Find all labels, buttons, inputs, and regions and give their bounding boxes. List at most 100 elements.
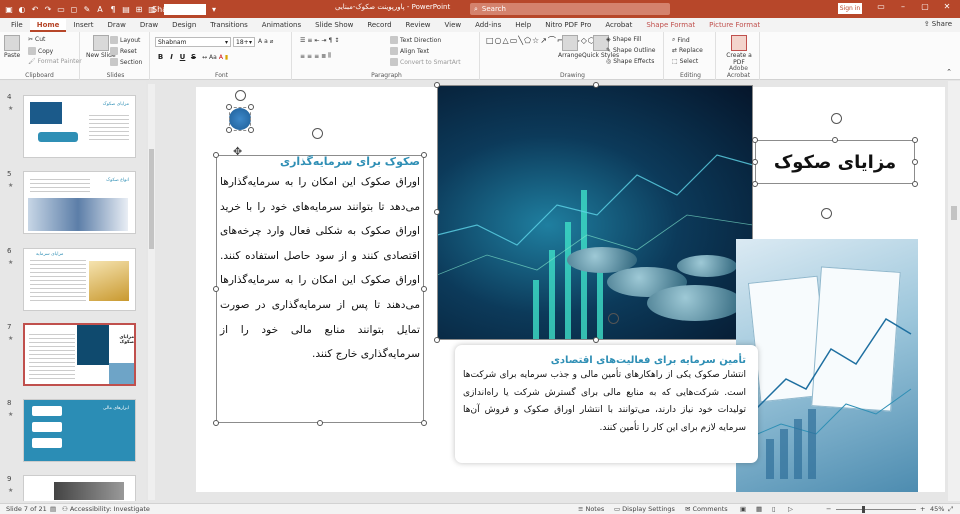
arrange-button[interactable]: Arrange xyxy=(558,35,582,59)
resize-handle[interactable] xyxy=(248,127,254,133)
section-button[interactable]: Section xyxy=(110,58,142,66)
resize-handle[interactable] xyxy=(752,137,758,143)
tab-file[interactable]: File xyxy=(4,19,30,32)
tab-transitions[interactable]: Transitions xyxy=(203,19,255,32)
notes-button[interactable]: ≡ Notes xyxy=(578,505,604,513)
resize-handle[interactable] xyxy=(593,82,599,88)
shape-fill-button[interactable]: ◈ Shape Fill xyxy=(606,36,641,43)
resize-handle[interactable] xyxy=(434,337,440,343)
convert-smartart-button[interactable]: Convert to SmartArt xyxy=(390,58,461,66)
zoom-slider-knob[interactable] xyxy=(862,506,865,513)
slideshow-view-icon[interactable]: ▷ xyxy=(788,505,793,513)
rotate-handle-icon[interactable] xyxy=(608,313,619,324)
left-text-box[interactable]: صکوک برای سرمایه‌گذاری اوراق صکوک این ام… xyxy=(216,155,424,423)
resize-handle[interactable] xyxy=(226,104,232,110)
start-slideshow-icon[interactable]: ▭ xyxy=(56,4,66,14)
underline-button[interactable]: U xyxy=(178,53,187,61)
resize-handle[interactable] xyxy=(752,159,758,165)
ribbon-display-icon[interactable]: ▭ xyxy=(870,2,892,11)
copy-button[interactable]: Copy xyxy=(28,47,53,55)
resize-handle[interactable] xyxy=(421,152,427,158)
tab-nitro-pdf[interactable]: Nitro PDF Pro xyxy=(538,19,598,32)
bottom-text-box[interactable]: تأمین سرمایه برای فعالیت‌های اقتصادی انت… xyxy=(455,345,758,463)
maximize-icon[interactable]: ▢ xyxy=(914,2,936,11)
display-settings-button[interactable]: ▭ Display Settings xyxy=(614,505,675,513)
more-commands-icon[interactable]: ▾ xyxy=(209,4,219,14)
paste-button[interactable]: Paste xyxy=(4,35,20,59)
zoom-slider[interactable] xyxy=(836,509,916,510)
shape-icon[interactable]: ◻ xyxy=(69,4,79,14)
tab-review[interactable]: Review xyxy=(399,19,438,32)
tab-help[interactable]: Help xyxy=(508,19,538,32)
align-text-button[interactable]: Align Text xyxy=(390,47,429,55)
replace-button[interactable]: ⇄ Replace xyxy=(672,47,703,54)
shapes-gallery[interactable]: □○△▭╲⬠☆↗⌒⌐⤴▷◇⬡{ } xyxy=(486,35,611,46)
qat-font-select[interactable]: Shabnam ▾ xyxy=(152,3,206,15)
create-pdf-button[interactable]: Create a PDF xyxy=(726,35,752,66)
picture-selection-frame[interactable] xyxy=(437,85,753,340)
zoom-level[interactable]: 45% xyxy=(930,505,944,513)
text-direction-button[interactable]: Text Direction xyxy=(390,36,441,44)
resize-handle[interactable] xyxy=(832,137,838,143)
resize-handle[interactable] xyxy=(213,286,219,292)
search-box[interactable]: ⌕ Search xyxy=(470,3,670,15)
financial-report-picture[interactable] xyxy=(736,239,918,492)
slide-thumbnail-9[interactable] xyxy=(23,475,136,501)
save-icon[interactable]: ▣ xyxy=(4,4,14,14)
tab-slide-show[interactable]: Slide Show xyxy=(308,19,360,32)
tab-draw[interactable]: Draw xyxy=(101,19,133,32)
zoom-in-icon[interactable]: + xyxy=(920,505,925,513)
tab-record[interactable]: Record xyxy=(360,19,398,32)
strikethrough-button[interactable]: S xyxy=(189,53,198,61)
slide-thumbnail-8[interactable]: ابزارهای مالی xyxy=(23,399,136,462)
slide-sorter-icon[interactable]: ▦ xyxy=(756,505,762,513)
redo-icon[interactable]: ↷ xyxy=(43,4,53,14)
tab-view[interactable]: View xyxy=(438,19,469,32)
share-button[interactable]: ⇪ Share xyxy=(924,20,952,28)
zoom-out-icon[interactable]: − xyxy=(826,505,831,513)
resize-handle[interactable] xyxy=(912,159,918,165)
bold-button[interactable]: B xyxy=(156,53,165,61)
resize-handle[interactable] xyxy=(248,104,254,110)
tab-add-ins[interactable]: Add-ins xyxy=(468,19,508,32)
resize-handle[interactable] xyxy=(912,137,918,143)
scroll-thumb[interactable] xyxy=(951,206,957,220)
table-icon[interactable]: ⊞ xyxy=(134,4,144,14)
tab-home[interactable]: Home xyxy=(29,19,67,32)
accessibility-status[interactable]: ⚇ Accessibility: Investigate xyxy=(62,505,150,513)
font-color-controls[interactable]: ↔ Aa A ▮ xyxy=(202,54,228,61)
draw-icon[interactable]: ✎ xyxy=(82,4,92,14)
slide-thumbnail-7[interactable]: مزایای صکوک xyxy=(23,323,136,386)
resize-handle[interactable] xyxy=(317,420,323,426)
tab-picture-format[interactable]: Picture Format xyxy=(702,19,767,32)
spell-check-icon[interactable]: ▤ xyxy=(50,505,56,513)
slide-thumbnail-6[interactable]: مزایای سرمایه xyxy=(23,248,136,311)
format-icon[interactable]: ¶ xyxy=(108,4,118,14)
sign-in-button[interactable]: Sign in xyxy=(838,3,862,14)
align-controls[interactable]: ≡ ≡ ≡ ≣ ⫼ xyxy=(300,52,331,60)
reading-view-icon[interactable]: ▯ xyxy=(772,505,776,513)
editor-vertical-scrollbar[interactable] xyxy=(948,81,960,501)
rotate-handle-icon[interactable] xyxy=(821,208,832,219)
select-button[interactable]: ⬚ Select xyxy=(672,58,698,65)
resize-handle[interactable] xyxy=(213,420,219,426)
rotate-handle-icon[interactable] xyxy=(831,113,842,124)
find-button[interactable]: ⌕ Find xyxy=(672,36,690,44)
fit-slide-icon[interactable]: ⤢ xyxy=(948,505,953,514)
tab-acrobat[interactable]: Acrobat xyxy=(598,19,639,32)
font-name-select[interactable]: Shabnam ▾ xyxy=(155,37,231,47)
collapse-ribbon-icon[interactable]: ⌃ xyxy=(946,68,952,76)
resize-handle[interactable] xyxy=(434,209,440,215)
shape-effects-button[interactable]: ◎ Shape Effects xyxy=(606,58,654,65)
shape-outline-button[interactable]: ✎ Shape Outline xyxy=(606,47,655,54)
resize-handle[interactable] xyxy=(593,337,599,343)
resize-handle[interactable] xyxy=(434,82,440,88)
picture-icon[interactable]: ▤ xyxy=(121,4,131,14)
layout-button[interactable]: Layout xyxy=(110,36,140,44)
font-size-select[interactable]: 18+ ▾ xyxy=(233,37,255,47)
tab-animations[interactable]: Animations xyxy=(255,19,308,32)
comments-button[interactable]: ✉ Comments xyxy=(685,505,728,513)
thumbnail-scrollbar[interactable] xyxy=(148,84,155,500)
list-controls[interactable]: ☰ ≡ ⇤ ⇥ ¶ ↕ xyxy=(300,37,339,44)
scroll-thumb[interactable] xyxy=(149,149,154,249)
